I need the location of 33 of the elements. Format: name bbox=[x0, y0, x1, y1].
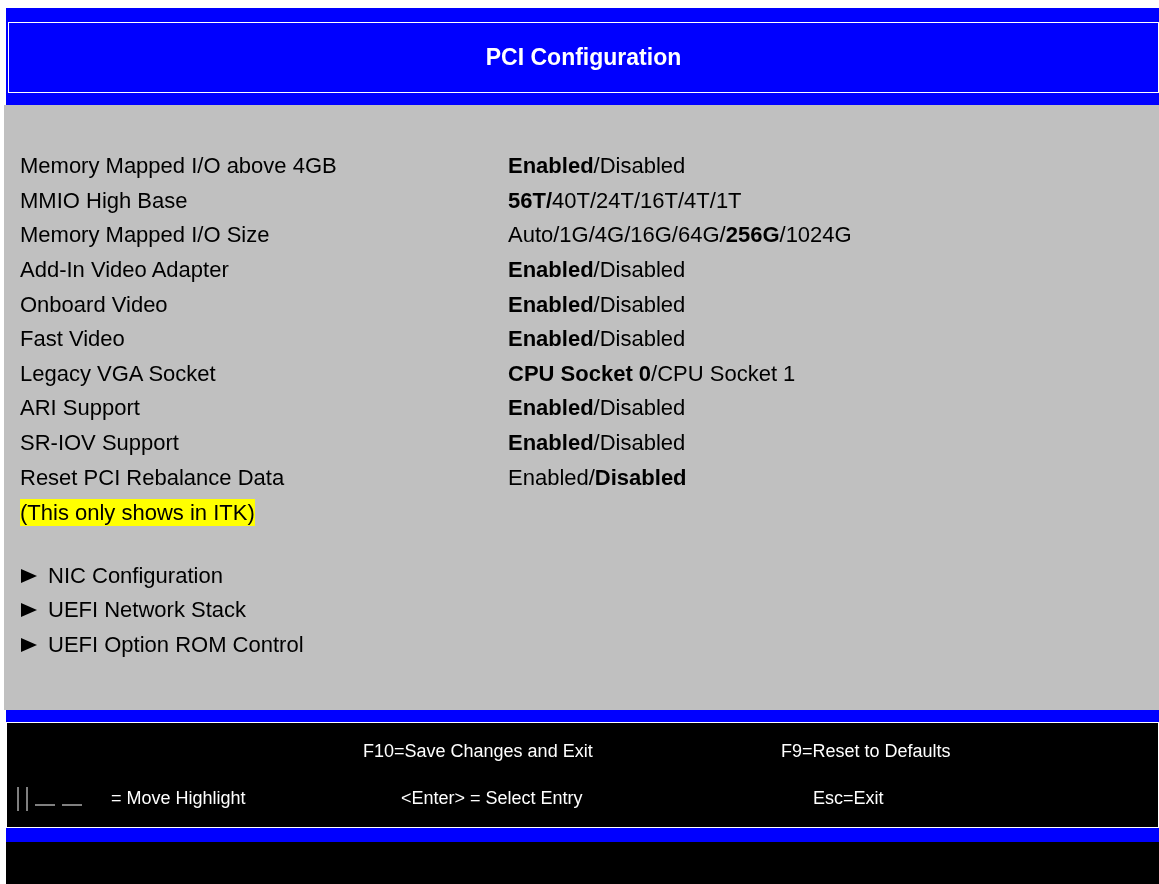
setting-label[interactable]: Reset PCI Rebalance Data bbox=[20, 466, 508, 489]
setting-value: Enabled/Disabled bbox=[508, 328, 686, 351]
setting-label[interactable]: Add-In Video Adapter bbox=[20, 259, 508, 282]
setting-label[interactable]: Fast Video bbox=[20, 328, 508, 351]
submenu-arrow-icon bbox=[20, 602, 38, 619]
submenu-arrow-icon bbox=[20, 636, 38, 653]
submenu-item[interactable]: NIC Configuration bbox=[48, 564, 223, 587]
setting-label[interactable]: Legacy VGA Socket bbox=[20, 362, 508, 385]
setting-value: CPU Socket 0/CPU Socket 1 bbox=[508, 362, 796, 385]
setting-value: Enabled/Disabled bbox=[508, 466, 687, 489]
setting-value: Enabled/Disabled bbox=[508, 259, 686, 282]
note-text: (This only shows in ITK) bbox=[20, 498, 255, 527]
setting-label[interactable]: ARI Support bbox=[20, 397, 508, 420]
setting-value: Enabled/Disabled bbox=[508, 293, 686, 316]
setting-label[interactable]: MMIO High Base bbox=[20, 189, 508, 212]
submenu-item[interactable]: UEFI Network Stack bbox=[48, 599, 247, 622]
setting-label[interactable]: Memory Mapped I/O above 4GB bbox=[20, 155, 508, 178]
setting-value: Auto/1G/4G/16G/64G/256G/1024G bbox=[508, 224, 852, 247]
exit-hint: Esc=Exit bbox=[813, 787, 884, 810]
setting-value: 56T/40T/24T/16T/4T/1T bbox=[508, 189, 742, 212]
setting-label[interactable]: Onboard Video bbox=[20, 293, 508, 316]
page-title: PCI Configuration bbox=[485, 43, 682, 73]
setting-value: Enabled/Disabled bbox=[508, 155, 686, 178]
submenu-item[interactable]: UEFI Option ROM Control bbox=[48, 633, 304, 656]
setting-label[interactable]: SR-IOV Support bbox=[20, 432, 508, 455]
setting-value: Enabled/Disabled bbox=[508, 432, 686, 455]
submenu-arrow-icon bbox=[20, 567, 38, 584]
save-hint: F10=Save Changes and Exit bbox=[363, 740, 594, 763]
select-hint: <Enter> = Select Entry bbox=[401, 787, 584, 810]
setting-value: Enabled/Disabled bbox=[508, 397, 686, 420]
move-hint: = Move Highlight bbox=[111, 787, 247, 810]
reset-hint: F9=Reset to Defaults bbox=[781, 740, 951, 763]
setting-label[interactable]: Memory Mapped I/O Size bbox=[20, 224, 508, 247]
